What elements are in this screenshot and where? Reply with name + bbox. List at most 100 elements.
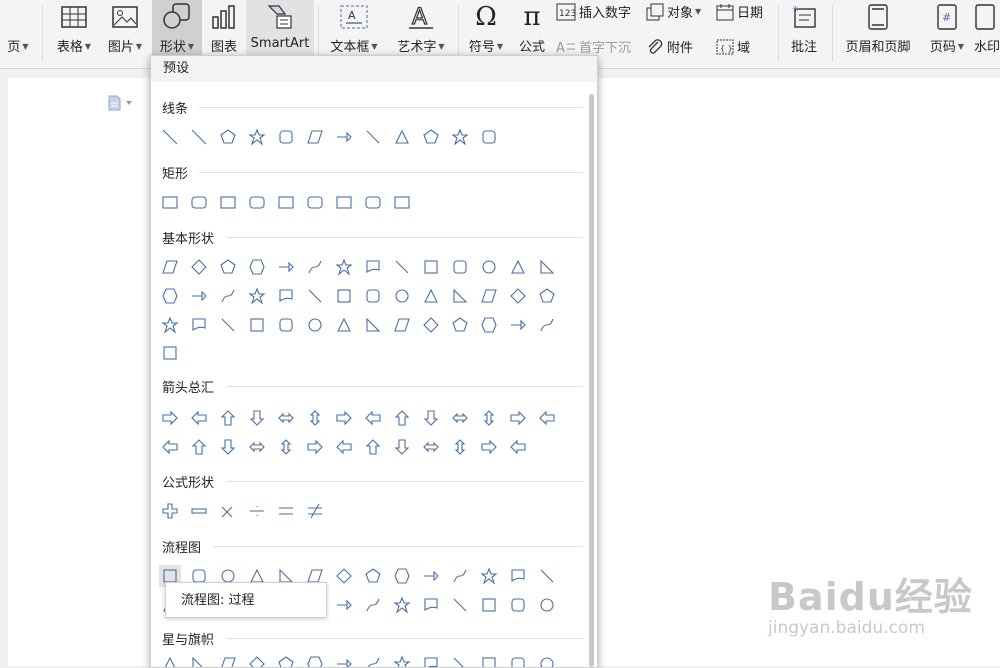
shape-lines-item[interactable]: [304, 126, 326, 148]
shape-flowchart-item[interactable]: [449, 594, 471, 616]
shape-lines-item[interactable]: [362, 126, 384, 148]
shape-arrows-item[interactable]: [275, 436, 297, 458]
shape-arrows-item[interactable]: [478, 436, 500, 458]
shape-basic-item[interactable]: [246, 314, 268, 336]
shape-basic-item[interactable]: [507, 256, 529, 278]
shape-basic-item[interactable]: [246, 256, 268, 278]
shape-flowchart-item[interactable]: [478, 594, 500, 616]
object-button[interactable]: 对象 ▼: [646, 2, 701, 21]
page-button[interactable]: 页 ▼: [0, 0, 36, 64]
shape-basic-item[interactable]: [449, 314, 471, 336]
shape-arrows-item[interactable]: [391, 407, 413, 429]
shape-arrows-item[interactable]: [246, 407, 268, 429]
shape-rect-item[interactable]: [275, 191, 297, 213]
shape-formula-item[interactable]: [188, 500, 210, 522]
shape-basic-item[interactable]: [536, 314, 558, 336]
shape-lines-item[interactable]: [159, 126, 181, 148]
shape-basic-item[interactable]: [391, 256, 413, 278]
shape-flowchart-item[interactable]: [507, 594, 529, 616]
shape-formula-item[interactable]: [275, 500, 297, 522]
shape-basic-item[interactable]: [275, 256, 297, 278]
shape-flowchart-item[interactable]: [391, 594, 413, 616]
shape-basic-item[interactable]: [188, 314, 210, 336]
shape-flowchart-item[interactable]: [333, 565, 355, 587]
panel-scrollbar[interactable]: [589, 94, 594, 667]
shape-basic-item[interactable]: [449, 256, 471, 278]
shape-rect-item[interactable]: [246, 191, 268, 213]
shape-arrows-item[interactable]: [188, 436, 210, 458]
shape-arrows-item[interactable]: [333, 407, 355, 429]
shape-basic-item[interactable]: [420, 256, 442, 278]
shape-arrows-item[interactable]: [391, 436, 413, 458]
shape-arrows-item[interactable]: [536, 407, 558, 429]
shape-basic-item[interactable]: [333, 256, 355, 278]
shape-rect-item[interactable]: [333, 191, 355, 213]
shape-flowchart-item[interactable]: [362, 594, 384, 616]
watermark-button[interactable]: 水印: [974, 0, 1000, 64]
shape-flowchart-item[interactable]: [420, 565, 442, 587]
shape-lines-item[interactable]: [478, 126, 500, 148]
header-footer-button[interactable]: 页眉和页脚: [840, 0, 916, 64]
shape-lines-item[interactable]: [217, 126, 239, 148]
shape-rect-item[interactable]: [217, 191, 239, 213]
shape-arrows-item[interactable]: [275, 407, 297, 429]
shape-rect-item[interactable]: [188, 191, 210, 213]
shape-arrows-item[interactable]: [420, 436, 442, 458]
shape-basic-item[interactable]: [536, 285, 558, 307]
document-options-icon[interactable]: [108, 95, 136, 115]
shape-flowchart-item[interactable]: [362, 565, 384, 587]
shape-arrows-item[interactable]: [246, 436, 268, 458]
shape-lines-item[interactable]: [333, 126, 355, 148]
shape-lines-item[interactable]: [449, 126, 471, 148]
shape-flowchart-item[interactable]: [478, 565, 500, 587]
shape-basic-item[interactable]: [333, 285, 355, 307]
shape-basic-item[interactable]: [362, 314, 384, 336]
shape-basic-item[interactable]: [275, 314, 297, 336]
shape-arrows-item[interactable]: [362, 407, 384, 429]
field-button[interactable]: { } 域: [716, 37, 750, 56]
shape-formula-item[interactable]: [217, 500, 239, 522]
insert-number-button[interactable]: 123 插入数字: [556, 2, 631, 21]
shape-lines-item[interactable]: [188, 126, 210, 148]
shape-formula-item[interactable]: [246, 500, 268, 522]
table-button[interactable]: 表格 ▼: [50, 0, 98, 64]
shape-formula-item[interactable]: [159, 500, 181, 522]
shape-flowchart-item[interactable]: [420, 594, 442, 616]
shape-basic-item[interactable]: [217, 314, 239, 336]
comment-button[interactable]: ✳ 批注: [784, 0, 824, 64]
shape-arrows-item[interactable]: [217, 407, 239, 429]
shape-arrows-item[interactable]: [304, 407, 326, 429]
attachment-button[interactable]: 附件: [646, 37, 693, 56]
date-button[interactable]: 日期: [716, 2, 763, 21]
shape-basic-item[interactable]: [333, 314, 355, 336]
shape-basic-item[interactable]: [420, 314, 442, 336]
shape-basic-item[interactable]: [159, 342, 181, 364]
shape-basic-item[interactable]: [391, 314, 413, 336]
shape-arrows-item[interactable]: [362, 436, 384, 458]
shape-basic-item[interactable]: [304, 314, 326, 336]
shape-basic-item[interactable]: [246, 285, 268, 307]
shape-basic-item[interactable]: [159, 256, 181, 278]
shape-arrows-item[interactable]: [159, 407, 181, 429]
shape-rect-item[interactable]: [362, 191, 384, 213]
shape-rect-item[interactable]: [391, 191, 413, 213]
shape-basic-item[interactable]: [478, 285, 500, 307]
shape-formula-item[interactable]: [304, 500, 326, 522]
shape-basic-item[interactable]: [304, 256, 326, 278]
shape-basic-item[interactable]: [217, 256, 239, 278]
shape-basic-item[interactable]: [304, 285, 326, 307]
shape-basic-item[interactable]: [362, 256, 384, 278]
shape-basic-item[interactable]: [362, 285, 384, 307]
shape-flowchart-item[interactable]: [536, 594, 558, 616]
shape-lines-item[interactable]: [420, 126, 442, 148]
shape-flowchart-item[interactable]: [449, 565, 471, 587]
shape-basic-item[interactable]: [275, 285, 297, 307]
shape-lines-item[interactable]: [246, 126, 268, 148]
shape-arrows-item[interactable]: [159, 436, 181, 458]
shape-basic-item[interactable]: [159, 314, 181, 336]
shape-basic-item[interactable]: [478, 314, 500, 336]
shape-basic-item[interactable]: [507, 314, 529, 336]
shape-arrows-item[interactable]: [449, 407, 471, 429]
shape-arrows-item[interactable]: [188, 407, 210, 429]
shape-arrows-item[interactable]: [333, 436, 355, 458]
